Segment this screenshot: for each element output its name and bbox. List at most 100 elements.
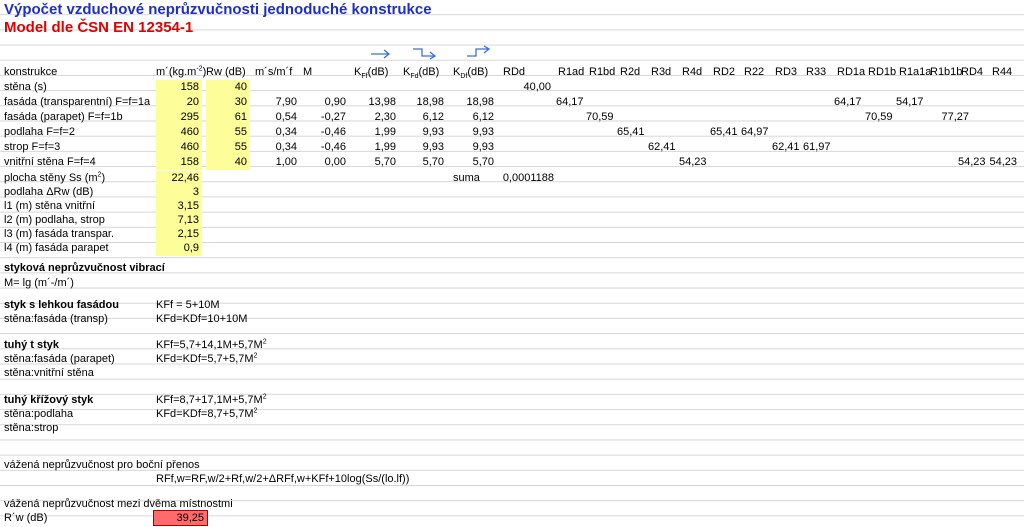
- flank-label: vážená neprůzvučnost pro boční přenos: [4, 459, 200, 471]
- row-label: vnitřní stěna F=f=4: [4, 156, 96, 168]
- cell-rd3[interactable]: 62,41: [772, 140, 800, 154]
- param-value[interactable]: 0,9: [156, 241, 202, 256]
- vibration-heading: styková neprůzvučnost vibrací: [4, 262, 165, 274]
- cell-m[interactable]: 460: [156, 140, 199, 154]
- cell-kfd[interactable]: 9,93: [400, 140, 444, 154]
- cell-kfd[interactable]: 18,98: [400, 95, 444, 109]
- cell-msmf[interactable]: 0,34: [255, 140, 297, 154]
- cell-rw[interactable]: 61: [206, 110, 247, 124]
- cell-kdf[interactable]: 9,93: [450, 140, 494, 154]
- header-m: M: [303, 66, 313, 78]
- cell-r22[interactable]: 64,97: [741, 125, 769, 139]
- cell-rw[interactable]: 30: [206, 95, 247, 109]
- cell-r1a1a[interactable]: 54,17: [896, 95, 924, 109]
- cell-r33[interactable]: 61,97: [803, 140, 831, 154]
- vibration-formula: M= lg (m´-/m´): [4, 277, 74, 289]
- joint-light-formula1[interactable]: KFf = 5+10M: [156, 298, 220, 312]
- row-label: strop F=f=3: [4, 141, 61, 153]
- cell-kff[interactable]: 2,30: [352, 110, 396, 124]
- cell-m[interactable]: -0,46: [303, 125, 346, 139]
- param-label: podlaha ΔRw (dB): [4, 186, 94, 198]
- cell-rw[interactable]: 40: [206, 155, 247, 169]
- cell-m[interactable]: 158: [156, 80, 199, 94]
- joint-cross-formula1[interactable]: KFf=8,7+17,1M+5,7M2: [156, 393, 267, 407]
- param-value[interactable]: 3,15: [156, 199, 202, 214]
- cell-msmf[interactable]: 7,90: [255, 95, 297, 109]
- suma-value[interactable]: 0,0001188: [500, 171, 554, 185]
- cell-m[interactable]: 158: [156, 155, 199, 169]
- cell-kfd[interactable]: 9,93: [400, 125, 444, 139]
- cell-rw[interactable]: 55: [206, 140, 247, 154]
- header-kff: KFf(dB): [354, 66, 389, 81]
- cell-rd4[interactable]: 54,23: [958, 155, 986, 169]
- param-label: l4 (m) fasáda parapet: [4, 242, 109, 254]
- cell-m[interactable]: -0,27: [303, 110, 346, 124]
- header-rw: Rw (dB): [206, 66, 246, 78]
- sheet-title: Výpočet vzduchové neprůzvučnosti jednodu…: [4, 1, 432, 18]
- header-r4d: R4d: [682, 66, 703, 78]
- cell-r44[interactable]: 54,23: [989, 155, 1017, 169]
- sheet-subtitle: Model dle ČSN EN 12354-1: [4, 19, 194, 36]
- cell-rd1b[interactable]: 70,59: [865, 110, 893, 124]
- cell-kdf[interactable]: 9,93: [450, 125, 494, 139]
- joint-t-formula2[interactable]: KFd=KDf=5,7+5,7M2: [156, 352, 257, 366]
- param-value[interactable]: 2,15: [156, 227, 202, 242]
- cell-m[interactable]: 20: [156, 95, 199, 109]
- cell-m[interactable]: -0,46: [303, 140, 346, 154]
- cell-m[interactable]: 295: [156, 110, 199, 124]
- cell-kff[interactable]: 13,98: [352, 95, 396, 109]
- param-value[interactable]: 7,13: [156, 213, 202, 228]
- header-mass: m´(kg.m-2): [156, 65, 207, 78]
- joint-t-sub2: stěna:vnitřní stěna: [4, 367, 94, 379]
- param-value[interactable]: 3: [156, 185, 202, 200]
- cell-kdf[interactable]: 18,98: [450, 95, 494, 109]
- cell-msmf[interactable]: 0,54: [255, 110, 297, 124]
- cell-kff[interactable]: 1,99: [352, 125, 396, 139]
- cell-r1bd[interactable]: 70,59: [586, 110, 614, 124]
- cell-kff[interactable]: 5,70: [352, 155, 396, 169]
- param-value[interactable]: 22,46: [156, 171, 202, 186]
- cell-rw[interactable]: 55: [206, 125, 247, 139]
- header-r3d: R3d: [651, 66, 672, 78]
- cell-kfd[interactable]: 6,12: [400, 110, 444, 124]
- row-label: fasáda (parapet) F=f=1b: [4, 111, 123, 123]
- cell-r2d[interactable]: 65,41: [617, 125, 645, 139]
- cell-rd2[interactable]: 65,41: [710, 125, 738, 139]
- cell-msmf[interactable]: 0,34: [255, 125, 297, 139]
- joint-light-heading: styk s lehkou fasádou: [4, 299, 119, 311]
- joint-t-formula1[interactable]: KFf=5,7+14,1M+5,7M2: [156, 338, 267, 352]
- result-value[interactable]: 39,25: [153, 510, 208, 526]
- cell-kfd[interactable]: 5,70: [400, 155, 444, 169]
- joint-light-sub1: stěna:fasáda (transp): [4, 313, 108, 325]
- param-label: l2 (m) podlaha, strop: [4, 214, 105, 226]
- header-kdf: KDf(dB): [453, 66, 489, 81]
- header-r2d: R2d: [620, 66, 641, 78]
- cell-r3d[interactable]: 62,41: [648, 140, 676, 154]
- header-kfd: KFd(dB): [403, 66, 440, 81]
- cell-kdf[interactable]: 5,70: [450, 155, 494, 169]
- joint-light-formula2[interactable]: KFd=KDf=10+10M: [156, 312, 247, 326]
- param-label: plocha stěny Ss (m2): [4, 171, 106, 184]
- cell-rdd[interactable]: 40,00: [500, 80, 551, 94]
- joint-cross-formula2[interactable]: KFd=KDf=8,7+5,7M2: [156, 407, 257, 421]
- cell-kff[interactable]: 1,99: [352, 140, 396, 154]
- suma-label: suma: [453, 172, 480, 184]
- cell-r1b1b[interactable]: 77,27: [927, 110, 969, 124]
- joint-t-heading: tuhý t styk: [4, 339, 60, 351]
- joint-cross-sub1: stěna:podlaha: [4, 408, 74, 420]
- spreadsheet[interactable]: Výpočet vzduchové neprůzvučnosti jednodu…: [0, 0, 1024, 527]
- cell-m[interactable]: 0,90: [303, 95, 346, 109]
- cell-r1ad[interactable]: 64,17: [556, 95, 584, 109]
- cell-kdf[interactable]: 6,12: [450, 110, 494, 124]
- flank-formula[interactable]: RFf,w=RF,w/2+Rf,w/2+ΔRFf,w+KFf+10log(Ss/…: [156, 472, 409, 486]
- header-r1a1a: R1a1a: [899, 66, 932, 78]
- cell-r4d[interactable]: 54,23: [679, 155, 707, 169]
- cell-msmf[interactable]: 1,00: [255, 155, 297, 169]
- cell-rw[interactable]: 40: [206, 80, 247, 94]
- param-label: l3 (m) fasáda transpar.: [4, 228, 115, 240]
- cell-m[interactable]: 0,00: [303, 155, 346, 169]
- cell-rd1a[interactable]: 64,17: [834, 95, 862, 109]
- header-r1b1b: R1b1b: [930, 66, 963, 78]
- header-rd4: RD4: [961, 66, 984, 78]
- cell-m[interactable]: 460: [156, 125, 199, 139]
